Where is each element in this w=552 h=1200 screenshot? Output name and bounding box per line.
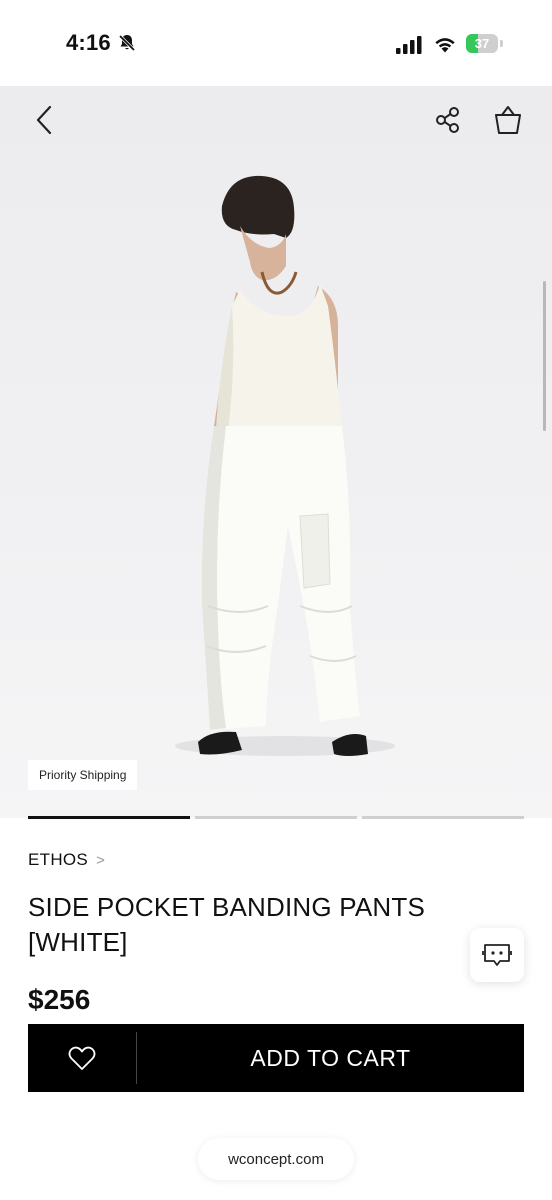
- wifi-icon: [435, 38, 455, 53]
- chat-bot-icon: [482, 944, 512, 966]
- product-image-gallery[interactable]: Priority Shipping: [0, 86, 552, 818]
- pager-segment-2[interactable]: [195, 816, 357, 819]
- chevron-right-icon: >: [96, 851, 106, 869]
- chat-button[interactable]: [470, 928, 524, 982]
- share-icon: [436, 107, 459, 133]
- product-price: $256: [28, 984, 91, 1014]
- gallery-pager[interactable]: [28, 816, 524, 819]
- brand-link[interactable]: ETHOS >: [28, 850, 105, 870]
- back-arrow-icon: [36, 105, 52, 135]
- add-to-cart-button[interactable]: ADD TO CART: [137, 1024, 524, 1092]
- signal-icon: [396, 36, 422, 54]
- product-photo: [175, 175, 395, 756]
- bell-slash-icon: [118, 34, 136, 52]
- pager-segment-1[interactable]: [28, 816, 190, 819]
- status-time: 4:16: [66, 30, 111, 55]
- brand-name: ETHOS: [28, 850, 89, 869]
- shopping-bag-button[interactable]: [488, 100, 528, 140]
- battery-percent: 37: [474, 36, 490, 51]
- wishlist-button[interactable]: [28, 1024, 136, 1092]
- priority-shipping-badge: Priority Shipping: [28, 760, 138, 790]
- status-bar: 4:16 37: [0, 0, 552, 86]
- share-button[interactable]: [428, 100, 468, 140]
- battery-charging-icon: 37: [466, 34, 504, 54]
- action-bar: ADD TO CART: [28, 1024, 524, 1092]
- browser-url-pill[interactable]: wconcept.com: [198, 1138, 354, 1180]
- heart-icon: [68, 1046, 96, 1070]
- scroll-indicator[interactable]: [543, 281, 546, 431]
- shopping-bag-icon: [495, 106, 521, 134]
- pager-segment-3[interactable]: [362, 816, 524, 819]
- back-button[interactable]: [24, 100, 64, 140]
- product-title: SIDE POCKET BANDING PANTS [WHITE]: [28, 892, 426, 957]
